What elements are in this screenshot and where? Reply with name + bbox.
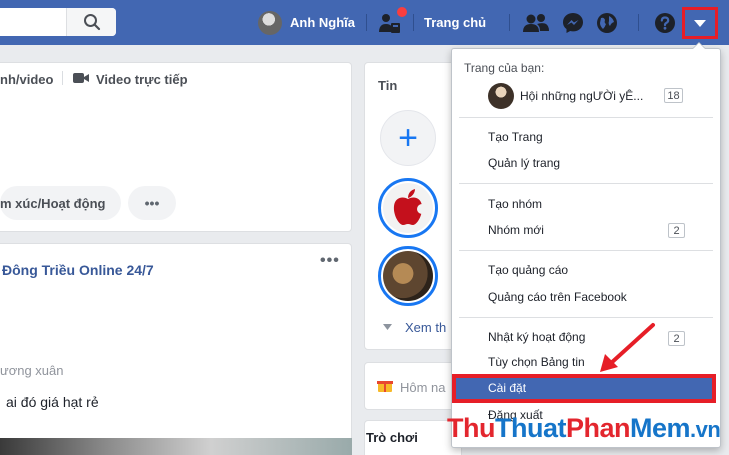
menu-item-news-feed-preferences[interactable]: Tùy chọn Bảng tin — [488, 355, 585, 369]
watermark: ThuThuatPhanMem.vn — [447, 413, 721, 444]
menu-item-advertising[interactable]: Quảng cáo trên Facebook — [488, 290, 627, 304]
menu-item-manage-pages[interactable]: Quản lý trang — [488, 156, 560, 170]
notifications-button[interactable] — [594, 10, 620, 36]
profile-link[interactable]: Anh Nghĩa — [290, 15, 355, 30]
menu-item-create-ad[interactable]: Tạo quảng cáo — [488, 263, 568, 277]
divider — [413, 14, 414, 31]
activity-log-badge: 2 — [668, 331, 685, 346]
watermark-part: Thuat — [494, 413, 567, 443]
post-image[interactable] — [0, 438, 352, 455]
chevron-down-icon — [383, 320, 392, 334]
feeling-activity-label: m xúc/Hoạt động — [0, 196, 106, 211]
live-video-icon — [73, 72, 89, 87]
help-button[interactable] — [652, 10, 678, 36]
story-thumbnail — [383, 251, 433, 301]
menu-item-settings[interactable]: Cài đặt — [488, 381, 526, 395]
globe-icon — [597, 13, 617, 33]
menu-item-new-groups[interactable]: Nhóm mới — [488, 223, 544, 237]
menu-divider — [459, 183, 713, 184]
watermark-part: Mem — [630, 413, 691, 443]
post-menu-button[interactable]: ••• — [320, 252, 340, 270]
watermark-part: Phan — [565, 413, 631, 443]
divider — [366, 14, 367, 31]
annotation-arrow-icon — [596, 320, 658, 379]
post-text: ai đó giá hạt rẻ — [6, 394, 99, 410]
tab-live-video[interactable]: Video trực tiếp — [96, 72, 188, 87]
tab-photo-video[interactable]: nh/video — [0, 72, 53, 87]
post-meta: ương xuân — [0, 363, 64, 378]
stories-title: Tin — [378, 78, 398, 93]
apple-logo-icon — [383, 183, 433, 233]
see-more-stories-link[interactable]: Xem th — [405, 320, 446, 335]
new-groups-badge: 2 — [668, 223, 685, 238]
page-avatar — [488, 83, 514, 109]
menu-item-create-group[interactable]: Tạo nhóm — [488, 197, 542, 211]
page-count-badge: 18 — [664, 88, 683, 103]
watermark-part: .vn — [690, 417, 721, 442]
menu-divider — [459, 317, 713, 318]
menu-item-create-page[interactable]: Tạo Trang — [488, 130, 543, 144]
messages-button[interactable] — [560, 10, 586, 36]
search-icon — [83, 14, 100, 31]
add-story-button[interactable]: + — [380, 110, 436, 166]
story-item[interactable] — [378, 178, 438, 238]
divider — [62, 71, 63, 85]
more-options-button[interactable]: ••• — [128, 186, 176, 220]
page-link[interactable]: Hội những ngƯỜi yÊ... — [520, 89, 643, 103]
gift-icon — [377, 377, 393, 396]
account-menu-button[interactable] — [682, 7, 718, 39]
your-pages-header: Trang của bạn: — [464, 61, 545, 75]
divider — [509, 14, 510, 31]
post-page-name[interactable]: Đông Triều Online 24/7 — [2, 262, 154, 278]
user-avatar[interactable] — [258, 11, 282, 35]
caret-down-icon — [694, 19, 706, 27]
menu-divider — [459, 117, 713, 118]
messenger-icon — [563, 13, 583, 33]
divider — [638, 14, 639, 31]
menu-item-activity-log[interactable]: Nhật ký hoạt động — [488, 330, 585, 344]
notification-badge — [396, 6, 408, 18]
dropdown-caret — [693, 43, 705, 49]
story-item[interactable] — [378, 246, 438, 306]
search-button[interactable] — [66, 8, 116, 36]
help-icon — [655, 13, 675, 33]
games-title: Trò chơi — [366, 430, 418, 445]
menu-divider — [459, 250, 713, 251]
memories-label[interactable]: Hôm na — [400, 380, 446, 395]
watermark-part: Thu — [447, 413, 495, 443]
friends-icon — [523, 14, 549, 32]
home-link[interactable]: Trang chủ — [424, 15, 486, 30]
friend-requests-button[interactable] — [523, 10, 549, 36]
